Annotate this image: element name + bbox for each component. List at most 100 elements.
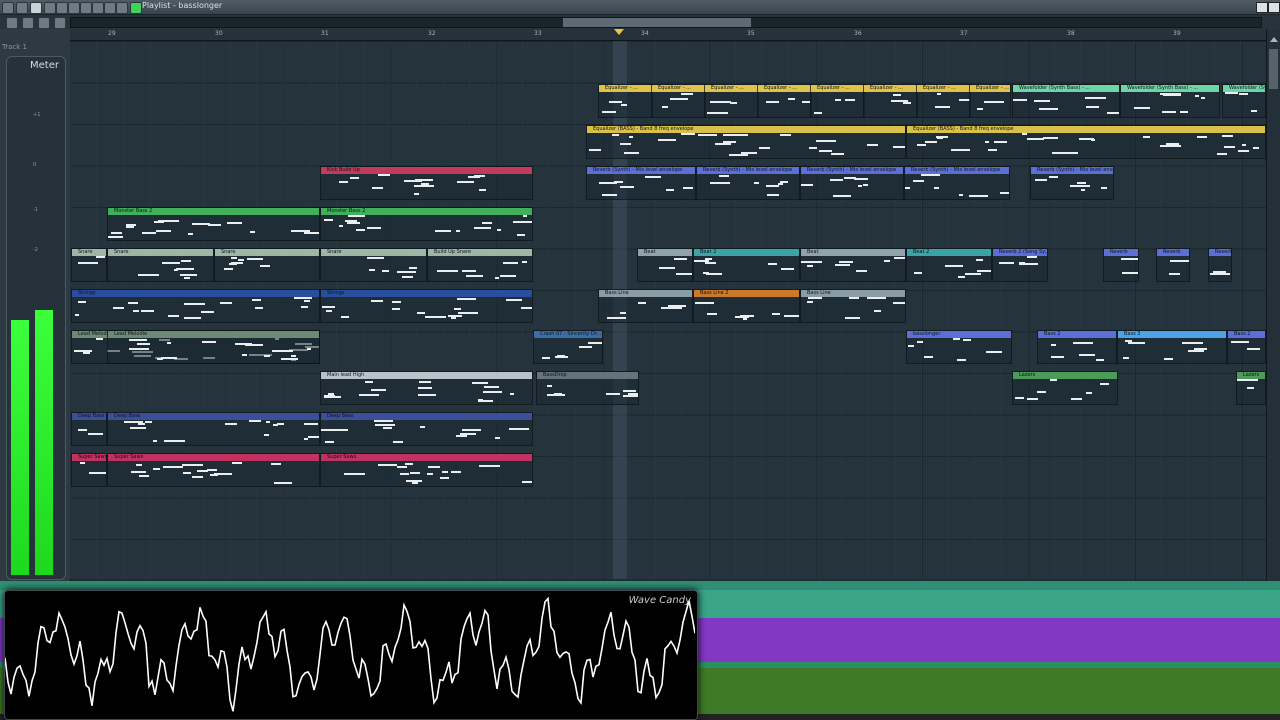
- playlist-clip[interactable]: Bass 3: [1117, 330, 1227, 364]
- note: [479, 189, 486, 191]
- playlist-clip[interactable]: Equalizer (BASS) - Band 8 freq envelope: [906, 125, 1266, 159]
- playlist-clip[interactable]: Crash 07 - Sincerity Dr...: [533, 330, 603, 364]
- playlist-clip[interactable]: Reverb (Synth) - Mix level envelope: [904, 166, 1010, 200]
- playlist-clip[interactable]: Deep Bass: [107, 412, 320, 446]
- clip-notes: [321, 379, 532, 404]
- clips-icon[interactable]: [54, 17, 66, 29]
- zoom-tool-icon[interactable]: [104, 2, 116, 14]
- playlist-clip[interactable]: Equalizer - ...: [810, 84, 865, 118]
- menu-icon[interactable]: [2, 2, 14, 14]
- playlist-clip[interactable]: Snare: [107, 248, 214, 282]
- playlist-clip[interactable]: Snare: [71, 248, 107, 282]
- clip-notes: [694, 256, 799, 281]
- delete-tool-icon[interactable]: [56, 2, 68, 14]
- time-ruler[interactable]: 29 30 31 32 33 34 35 36 37 38 39: [70, 29, 1266, 41]
- playlist-clip[interactable]: Monster Bass 2: [107, 207, 320, 241]
- slice-tool-icon[interactable]: [80, 2, 92, 14]
- playlist-clip[interactable]: Bass Line 2: [693, 289, 800, 323]
- note: [111, 232, 122, 234]
- close-icon[interactable]: [1268, 2, 1280, 13]
- playlist-clip[interactable]: Equalizer - ...: [969, 84, 1011, 118]
- note: [367, 257, 373, 259]
- scrollbar-thumb[interactable]: [563, 18, 751, 27]
- playlist-clip[interactable]: Equalizer - ...: [651, 84, 706, 118]
- playlist-clip[interactable]: Reverb (Synth) - Mix level envelope: [800, 166, 904, 200]
- horizontal-scrollbar[interactable]: [70, 17, 1262, 28]
- playlist-clip[interactable]: Lazers: [1236, 371, 1266, 405]
- note: [482, 222, 492, 224]
- note: [819, 150, 832, 152]
- playlist-clip[interactable]: Monster Bass 2: [320, 207, 533, 241]
- snap-icon[interactable]: [130, 2, 142, 14]
- note: [375, 424, 395, 426]
- playback-tool-icon[interactable]: [116, 2, 128, 14]
- playlist-clip[interactable]: Beat: [637, 248, 693, 282]
- playlist-clip[interactable]: Snare: [214, 248, 320, 282]
- playlist-clip[interactable]: Strings: [71, 289, 320, 323]
- note: [162, 262, 180, 264]
- playlist-clip[interactable]: Lazers: [1012, 371, 1118, 405]
- playlist-clip[interactable]: Equalizer - ...: [916, 84, 971, 118]
- playlist-clip[interactable]: Super Saws: [107, 453, 320, 487]
- playlist-clip[interactable]: Reverb: [1156, 248, 1190, 282]
- playlist-clip[interactable]: Reverb 2 (Song Sy...: [992, 248, 1048, 282]
- playlist-clip[interactable]: Bass 2: [1037, 330, 1117, 364]
- note: [555, 356, 568, 358]
- pattern-icon[interactable]: [16, 2, 28, 14]
- playlist-clip[interactable]: Super Saws: [320, 453, 533, 487]
- playlist-clip[interactable]: Equalizer - ...: [704, 84, 759, 118]
- vscroll-thumb[interactable]: [1269, 49, 1278, 89]
- playlist-clip[interactable]: Reverb: [1208, 248, 1232, 282]
- note: [145, 421, 152, 423]
- playlist-clip[interactable]: Snare: [320, 248, 427, 282]
- playlist-clip[interactable]: Wavefolder (Synth Bass) - ...: [1222, 84, 1266, 118]
- vertical-scrollbar[interactable]: [1266, 29, 1280, 581]
- playhead-marker-icon[interactable]: [614, 29, 624, 35]
- mute-tool-icon[interactable]: [68, 2, 80, 14]
- clip-label: Reverb (Synth) - Mix level envelope: [587, 167, 695, 174]
- playlist-clip[interactable]: Reverb (Synth) - Mix level envelope: [696, 166, 800, 200]
- clip-label: Beat 2: [694, 249, 799, 256]
- note: [1049, 176, 1058, 178]
- playlist-clip[interactable]: Reverb (Synth) - Mix level envelope: [1030, 166, 1114, 200]
- playlist-clip[interactable]: Main lead High: [320, 371, 533, 405]
- playlist-clip[interactable]: Bass 2: [1227, 330, 1266, 364]
- note: [371, 389, 386, 391]
- scroll-up-icon[interactable]: [1270, 37, 1278, 42]
- playlist-clip[interactable]: Build Up Snare: [427, 248, 533, 282]
- playlist-clip[interactable]: Equalizer (BASS) - Band 8 freq envelope: [586, 125, 906, 159]
- playlist-clip[interactable]: Bass Line: [800, 289, 906, 323]
- playlist-clip[interactable]: basslonger: [906, 330, 1012, 364]
- playlist-clip[interactable]: Equalizer - ...: [598, 84, 653, 118]
- draw-tool-icon[interactable]: [30, 2, 42, 14]
- paint-tool-icon[interactable]: [44, 2, 56, 14]
- playlist-clip[interactable]: Wavefolder (Synth Bass) - ...: [1120, 84, 1220, 118]
- note: [350, 177, 359, 179]
- note: [589, 149, 601, 151]
- playlist-clip[interactable]: Beat: [800, 248, 906, 282]
- view-icon[interactable]: [6, 17, 18, 29]
- playlist-clip[interactable]: Kick Build Up: [320, 166, 533, 200]
- tracks-icon[interactable]: [38, 17, 50, 29]
- note: [905, 187, 910, 189]
- minimize-icon[interactable]: [1256, 2, 1268, 13]
- playlist-clip[interactable]: Lead Melodie: [107, 330, 320, 364]
- playlist-clip[interactable]: Beat 2: [906, 248, 992, 282]
- playlist-clip[interactable]: Equalizer - ...: [757, 84, 812, 118]
- note: [304, 300, 310, 302]
- playlist-clip[interactable]: Strings: [320, 289, 533, 323]
- note: [658, 139, 676, 141]
- playlist-clip[interactable]: Reverb (Synth) - Mix level envelope: [586, 166, 696, 200]
- select-tool-icon[interactable]: [92, 2, 104, 14]
- playlist-clip[interactable]: Reverb: [1103, 248, 1139, 282]
- playlist-clip[interactable]: Deep Bass: [71, 412, 107, 446]
- arrange-icon[interactable]: [22, 17, 34, 29]
- playlist-clip[interactable]: Equalizer - ...: [863, 84, 918, 118]
- playlist-clip[interactable]: Wavefolder (Synth Bass) - ...: [1012, 84, 1120, 118]
- playlist-clip[interactable]: Beat 2: [693, 248, 800, 282]
- playlist-clip[interactable]: BassDrop: [536, 371, 639, 405]
- note: [1079, 354, 1095, 356]
- playlist-clip[interactable]: Bass Line: [598, 289, 693, 323]
- playlist-clip[interactable]: Deep Bass: [320, 412, 533, 446]
- playlist-clip[interactable]: Super Saws: [71, 453, 107, 487]
